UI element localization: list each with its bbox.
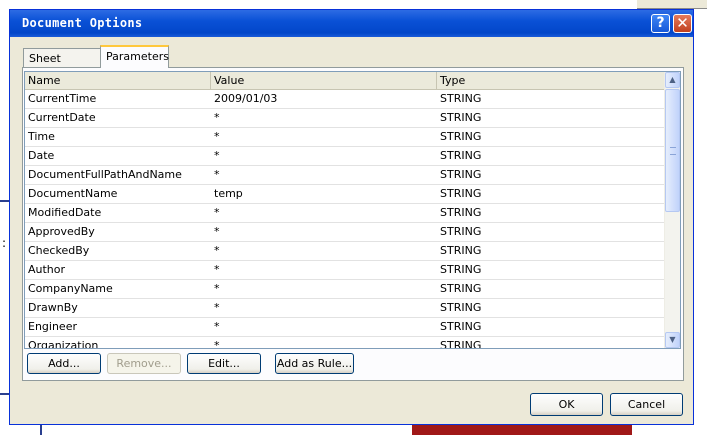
vertical-scrollbar[interactable]: ▲ ▼ <box>664 72 680 348</box>
cell-name: DocumentName <box>28 187 118 200</box>
grip-icon <box>670 147 676 155</box>
cell-name: Organization <box>28 339 99 349</box>
cell-value: * <box>214 263 220 276</box>
cell-type: STRING <box>440 187 482 200</box>
cell-name: Time <box>28 130 55 143</box>
cell-type: STRING <box>440 111 482 124</box>
cell-value: * <box>214 244 220 257</box>
cell-value: * <box>214 111 220 124</box>
help-icon[interactable]: ? <box>651 14 670 33</box>
table-row[interactable]: ApprovedBy * STRING <box>25 223 665 242</box>
cell-value: * <box>214 168 220 181</box>
table-header: Name Value Type <box>25 72 665 90</box>
cell-value: * <box>214 320 220 333</box>
cell-value: * <box>214 225 220 238</box>
cell-type: STRING <box>440 244 482 257</box>
column-header-type[interactable]: Type <box>437 72 665 89</box>
remove-button[interactable]: Remove... <box>107 353 181 374</box>
cell-name: CurrentDate <box>28 111 96 124</box>
cell-type: STRING <box>440 263 482 276</box>
tab-sheet-options[interactable]: Sheet Options <box>23 48 101 84</box>
column-header-value[interactable]: Value <box>211 72 437 89</box>
cell-value: * <box>214 339 220 349</box>
cell-name: CurrentTime <box>28 92 97 105</box>
background-line <box>0 200 9 202</box>
cell-value: * <box>214 149 220 162</box>
background-line <box>40 425 42 435</box>
table-row[interactable]: CurrentDate * STRING <box>25 109 665 128</box>
cell-value: * <box>214 282 220 295</box>
cancel-button[interactable]: Cancel <box>610 393 683 416</box>
cell-name: DocumentFullPathAndName <box>28 168 182 181</box>
cell-name: ModifiedDate <box>28 206 102 219</box>
window-title: Document Options <box>22 16 143 30</box>
table-row[interactable]: CheckedBy * STRING <box>25 242 665 261</box>
cell-name: Engineer <box>28 320 77 333</box>
parameters-table[interactable]: Name Value Type CurrentTime 2009/01/03 STR… <box>24 71 681 349</box>
cell-value: * <box>214 206 220 219</box>
background-image-fragment <box>412 425 632 435</box>
background-window-edge <box>637 0 707 9</box>
column-header-name[interactable]: Name <box>25 72 211 89</box>
table-row[interactable]: DocumentFullPathAndName * STRING <box>25 166 665 185</box>
table-row[interactable]: DrawnBy * STRING <box>25 299 665 318</box>
scrollbar-thumb[interactable] <box>665 89 680 212</box>
cell-name: Author <box>28 263 66 276</box>
cell-type: STRING <box>440 339 482 349</box>
cell-name: CompanyName <box>28 282 113 295</box>
scroll-up-icon[interactable]: ▲ <box>665 72 680 88</box>
table-body: CurrentTime 2009/01/03 STRING CurrentDate * S… <box>25 90 665 349</box>
background-line <box>0 393 9 395</box>
edit-button[interactable]: Edit... <box>187 353 261 374</box>
add-button[interactable]: Add... <box>27 353 101 374</box>
cell-type: STRING <box>440 301 482 314</box>
add-as-rule-button[interactable]: Add as Rule... <box>275 353 354 374</box>
ok-button[interactable]: OK <box>530 393 603 416</box>
close-icon[interactable]: ✕ <box>673 14 692 33</box>
cell-type: STRING <box>440 130 482 143</box>
cell-type: STRING <box>440 168 482 181</box>
background-glyph: : <box>2 236 7 250</box>
cell-type: STRING <box>440 149 482 162</box>
cell-type: STRING <box>440 206 482 219</box>
scroll-down-icon[interactable]: ▼ <box>665 332 680 348</box>
table-row[interactable]: Time * STRING <box>25 128 665 147</box>
table-row[interactable]: Date * STRING <box>25 147 665 166</box>
cell-type: STRING <box>440 92 482 105</box>
cell-type: STRING <box>440 320 482 333</box>
cell-value: 2009/01/03 <box>214 92 278 105</box>
table-row[interactable]: Author * STRING <box>25 261 665 280</box>
tab-parameters[interactable]: Parameters <box>100 45 169 68</box>
table-row[interactable]: DocumentName temp STRING <box>25 185 665 204</box>
title-bar[interactable]: Document Options ? ✕ <box>10 10 693 37</box>
table-row[interactable]: Organization * STRING <box>25 337 665 349</box>
document-options-dialog: Document Options ? ✕ Sheet Options Param… <box>9 9 694 425</box>
cell-type: STRING <box>440 225 482 238</box>
cell-name: ApprovedBy <box>28 225 95 238</box>
table-row[interactable]: Engineer * STRING <box>25 318 665 337</box>
cell-type: STRING <box>440 282 482 295</box>
table-row[interactable]: CompanyName * STRING <box>25 280 665 299</box>
cell-name: DrawnBy <box>28 301 78 314</box>
cell-value: * <box>214 301 220 314</box>
cell-name: Date <box>28 149 55 162</box>
cell-value: temp <box>214 187 243 200</box>
cell-name: CheckedBy <box>28 244 90 257</box>
table-row[interactable]: ModifiedDate * STRING <box>25 204 665 223</box>
cell-value: * <box>214 130 220 143</box>
table-row[interactable]: CurrentTime 2009/01/03 STRING <box>25 90 665 109</box>
